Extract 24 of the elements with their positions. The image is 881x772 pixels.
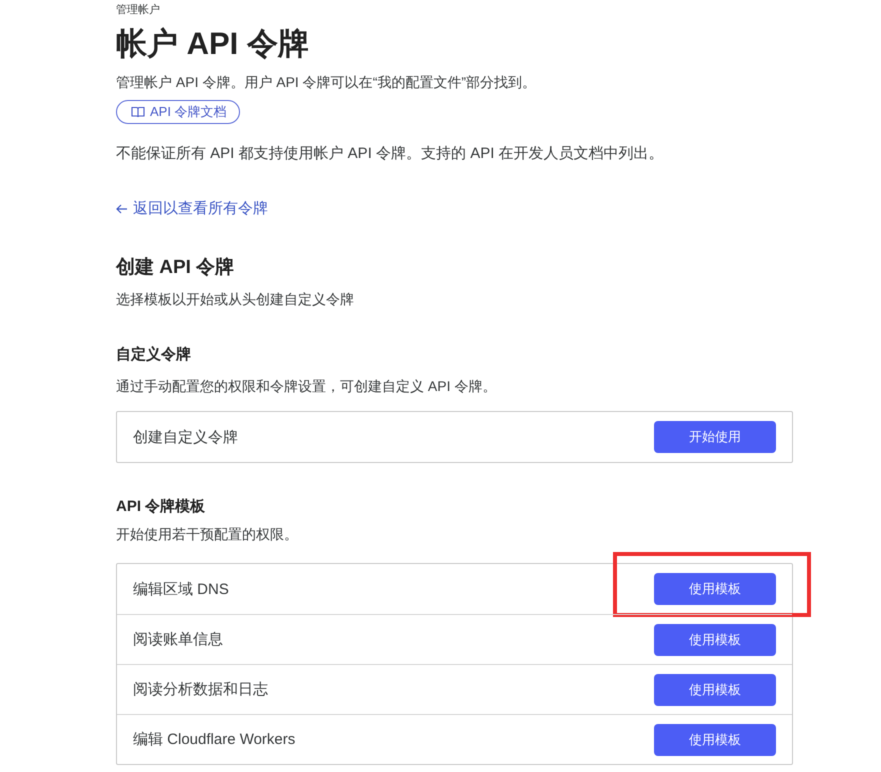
use-template-button[interactable]: 使用模板 [654, 724, 776, 756]
templates-description: 开始使用若干预配置的权限。 [116, 525, 299, 544]
back-link[interactable]: 返回以查看所有令牌 [116, 198, 268, 220]
use-template-button[interactable]: 使用模板 [654, 674, 776, 706]
custom-token-heading: 自定义令牌 [116, 345, 192, 365]
page-description: 管理帐户 API 令牌。用户 API 令牌可以在“我的配置文件”部分找到。 [116, 73, 538, 92]
notice-text: 不能保证所有 API 都支持使用帐户 API 令牌。支持的 API 在开发人员文档中列出。 [116, 144, 665, 164]
section-heading: 创建 API 令牌 [116, 256, 236, 280]
template-name: 编辑区域 DNS [133, 580, 229, 598]
section-subtitle: 选择模板以开始或从头创建自定义令牌 [116, 290, 355, 309]
token-row-label: 创建自定义令牌 [133, 428, 238, 446]
template-name: 阅读分析数据和日志 [133, 680, 268, 699]
get-started-button[interactable]: 开始使用 [654, 421, 776, 453]
left-arrow-icon [116, 204, 128, 214]
page-title: 帐户 API 令牌 [116, 26, 310, 62]
template-name: 阅读账单信息 [133, 630, 223, 649]
book-icon [131, 106, 145, 118]
template-name: 编辑 Cloudflare Workers [133, 730, 296, 749]
docs-link-button[interactable]: API 令牌文档 [116, 100, 240, 124]
custom-token-description: 通过手动配置您的权限和令牌设置，可创建自定义 API 令牌。 [116, 377, 498, 396]
templates-heading: API 令牌模板 [116, 497, 206, 517]
use-template-button[interactable]: 使用模板 [654, 573, 776, 605]
breadcrumb[interactable]: 管理帐户 [116, 4, 160, 16]
use-template-button[interactable]: 使用模板 [654, 624, 776, 656]
